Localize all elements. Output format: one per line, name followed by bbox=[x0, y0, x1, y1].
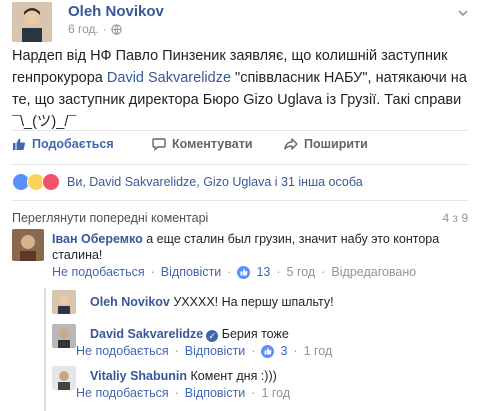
separator-dot: · bbox=[293, 344, 298, 358]
edited-label[interactable]: Відредаговано bbox=[331, 265, 416, 279]
commenter-name[interactable]: Vitaliy Shabunin bbox=[90, 369, 187, 383]
post-time[interactable]: 6 год. bbox=[68, 22, 99, 36]
comment-actions: Не подобається · Відповісти · 3 · 1 год bbox=[76, 344, 332, 358]
comment-body: Oleh Novikov УХХХХ! На першу шпальту! bbox=[90, 294, 470, 310]
comment-text: Берия тоже bbox=[218, 327, 289, 341]
commenter-avatar[interactable] bbox=[52, 366, 76, 390]
share-icon bbox=[284, 138, 298, 150]
comment-button[interactable]: Коментувати bbox=[152, 137, 253, 151]
comment-actions: Не подобається · Відповісти · 1 год bbox=[76, 386, 290, 400]
like-icon bbox=[261, 344, 275, 358]
separator-dot: · bbox=[276, 265, 281, 279]
like-count[interactable]: 3 bbox=[280, 344, 287, 358]
post-meta: 6 год. · bbox=[68, 22, 122, 36]
separator-dot: · bbox=[227, 265, 232, 279]
verified-icon: ✓ bbox=[206, 330, 219, 342]
reply-link[interactable]: Відповісти bbox=[185, 344, 246, 358]
like-icon bbox=[13, 138, 25, 150]
dislike-link[interactable]: Не подобається bbox=[52, 265, 145, 279]
comment-body: Іван Оберемко а еще сталин был грузин, з… bbox=[52, 231, 462, 263]
reaction-icons bbox=[12, 173, 60, 191]
like-icon bbox=[237, 265, 251, 279]
post-text: Нардеп від НФ Павло Пинзеник заявляє, що… bbox=[12, 45, 468, 133]
reply-link[interactable]: Відповісти bbox=[185, 386, 246, 400]
divider bbox=[12, 164, 468, 165]
comments-count: 4 з 9 bbox=[442, 211, 468, 225]
reply-link[interactable]: Відповісти bbox=[161, 265, 222, 279]
comment-text: УХХХХ! На першу шпальту! bbox=[169, 295, 334, 309]
chevron-down-icon[interactable] bbox=[456, 6, 470, 20]
commenter-avatar[interactable] bbox=[52, 324, 76, 348]
separator-dot: · bbox=[251, 386, 256, 400]
separator-dot: · bbox=[150, 265, 155, 279]
reply-thread-line bbox=[44, 288, 46, 411]
like-button[interactable]: Подобається bbox=[12, 137, 114, 151]
author-name[interactable]: Oleh Novikov bbox=[68, 3, 164, 20]
reply-comment: Oleh Novikov УХХХХ! На першу шпальту! bbox=[52, 290, 472, 314]
globe-icon bbox=[111, 23, 122, 35]
reaction-names[interactable]: Ви, David Sakvarelidze, Gizo Uglava і 31… bbox=[67, 175, 363, 189]
post-actions: Подобається Коментувати Поширити bbox=[12, 137, 468, 157]
separator-dot: · bbox=[251, 344, 256, 358]
divider bbox=[12, 130, 468, 131]
commenter-avatar[interactable] bbox=[12, 229, 44, 261]
commenter-name[interactable]: Іван Оберемко bbox=[52, 232, 143, 246]
share-button[interactable]: Поширити bbox=[284, 137, 368, 151]
comment-time[interactable]: 5 год bbox=[287, 265, 316, 279]
separator-dot: · bbox=[174, 386, 179, 400]
meta-dot: · bbox=[102, 22, 107, 36]
dislike-link[interactable]: Не подобається bbox=[76, 344, 169, 358]
reply-comment: Vitaliy Shabunin Комент дня :))) Не подо… bbox=[52, 366, 472, 406]
comment-actions: Не подобається · Відповісти · 13 · 5 год… bbox=[52, 265, 416, 279]
reply-comment: David Sakvarelidze ✓ Берия тоже Не подоба… bbox=[52, 324, 472, 362]
like-label: Подобається bbox=[32, 137, 114, 151]
view-previous-comments[interactable]: Переглянути попередні коментарі bbox=[12, 211, 208, 225]
author-avatar[interactable] bbox=[12, 2, 52, 42]
commenter-name[interactable]: Oleh Novikov bbox=[90, 295, 170, 309]
comment-body: David Sakvarelidze ✓ Берия тоже bbox=[90, 326, 470, 342]
love-reaction-icon bbox=[42, 173, 60, 191]
divider bbox=[12, 200, 468, 201]
commenter-avatar[interactable] bbox=[52, 290, 76, 314]
comment-text: Комент дня :))) bbox=[187, 369, 277, 383]
comment: Іван Оберемко а еще сталин был грузин, з… bbox=[12, 229, 472, 285]
separator-dot: · bbox=[174, 344, 179, 358]
share-label: Поширити bbox=[304, 137, 368, 151]
reactions-summary[interactable]: Ви, David Sakvarelidze, Gizo Uglava і 31… bbox=[12, 172, 363, 192]
comment-label: Коментувати bbox=[172, 137, 253, 151]
comment-time[interactable]: 1 год bbox=[261, 386, 290, 400]
commenter-name[interactable]: David Sakvarelidze bbox=[90, 327, 203, 341]
mention-link[interactable]: David Sakvarelidze bbox=[107, 70, 231, 86]
comment-body: Vitaliy Shabunin Комент дня :))) bbox=[90, 368, 470, 384]
dislike-link[interactable]: Не подобається bbox=[76, 386, 169, 400]
like-count[interactable]: 13 bbox=[256, 265, 270, 279]
comment-time[interactable]: 1 год bbox=[304, 344, 333, 358]
separator-dot: · bbox=[321, 265, 326, 279]
post-header: Oleh Novikov 6 год. · bbox=[12, 2, 472, 42]
comment-icon bbox=[152, 138, 166, 151]
